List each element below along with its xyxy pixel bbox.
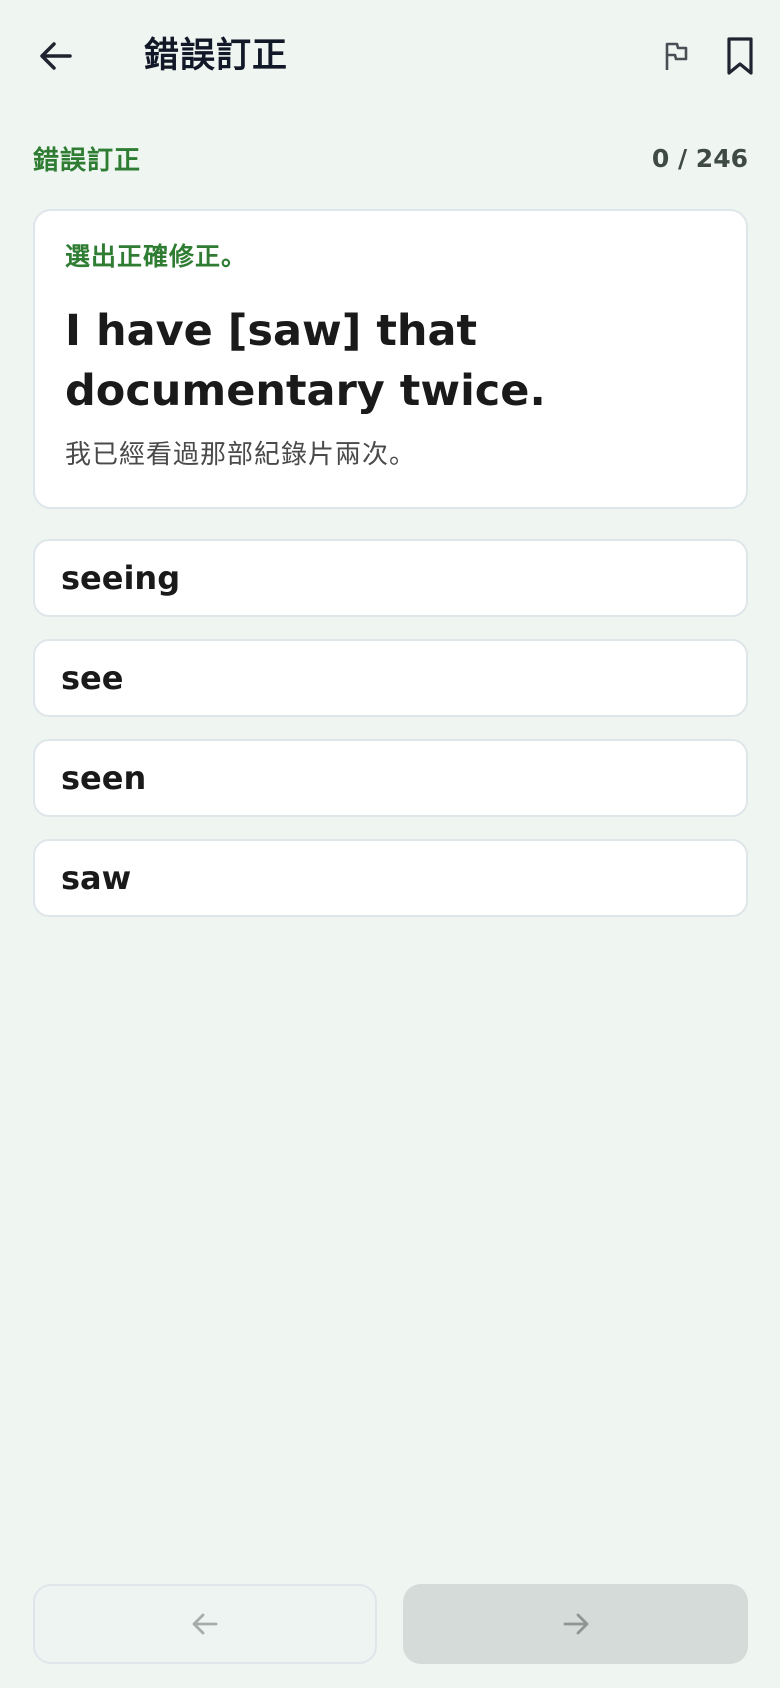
question-instruction: 選出正確修正。 [65,242,248,271]
flag-icon [665,42,688,70]
option-label: seeing [61,559,181,597]
answer-option-2[interactable]: see [33,639,748,717]
section-label: 錯誤訂正 [33,146,142,176]
answer-option-3[interactable]: seen [33,739,748,817]
arrow-left-icon [192,1613,218,1635]
arrow-left-icon [40,42,72,70]
bookmark-icon [727,37,753,75]
progress-counter: 0 / 246 [651,144,748,173]
option-label: seen [61,759,147,797]
bookmark-button[interactable] [708,24,772,88]
option-label: saw [61,859,132,897]
answer-option-1[interactable]: seeing [33,539,748,617]
option-label: see [61,659,124,697]
question-card: 選出正確修正。 I have [saw] that documentary tw… [33,209,748,509]
arrow-right-icon [563,1613,588,1635]
question-translation: 我已經看過那部紀錄片兩次。 [65,440,417,470]
app-bar: 錯誤訂正 [0,0,780,112]
page-title: 錯誤訂正 [144,36,289,76]
app-root: 錯誤訂正 錯誤訂正 0 / 246 選出正確修正。 I have [saw] t… [0,0,780,1688]
previous-button[interactable] [33,1584,377,1664]
question-sentence: I have [saw] that documentary twice. [65,306,546,416]
answer-option-4[interactable]: saw [33,839,748,917]
report-button[interactable] [648,24,704,88]
back-button[interactable] [24,24,88,88]
next-button[interactable] [403,1584,748,1664]
